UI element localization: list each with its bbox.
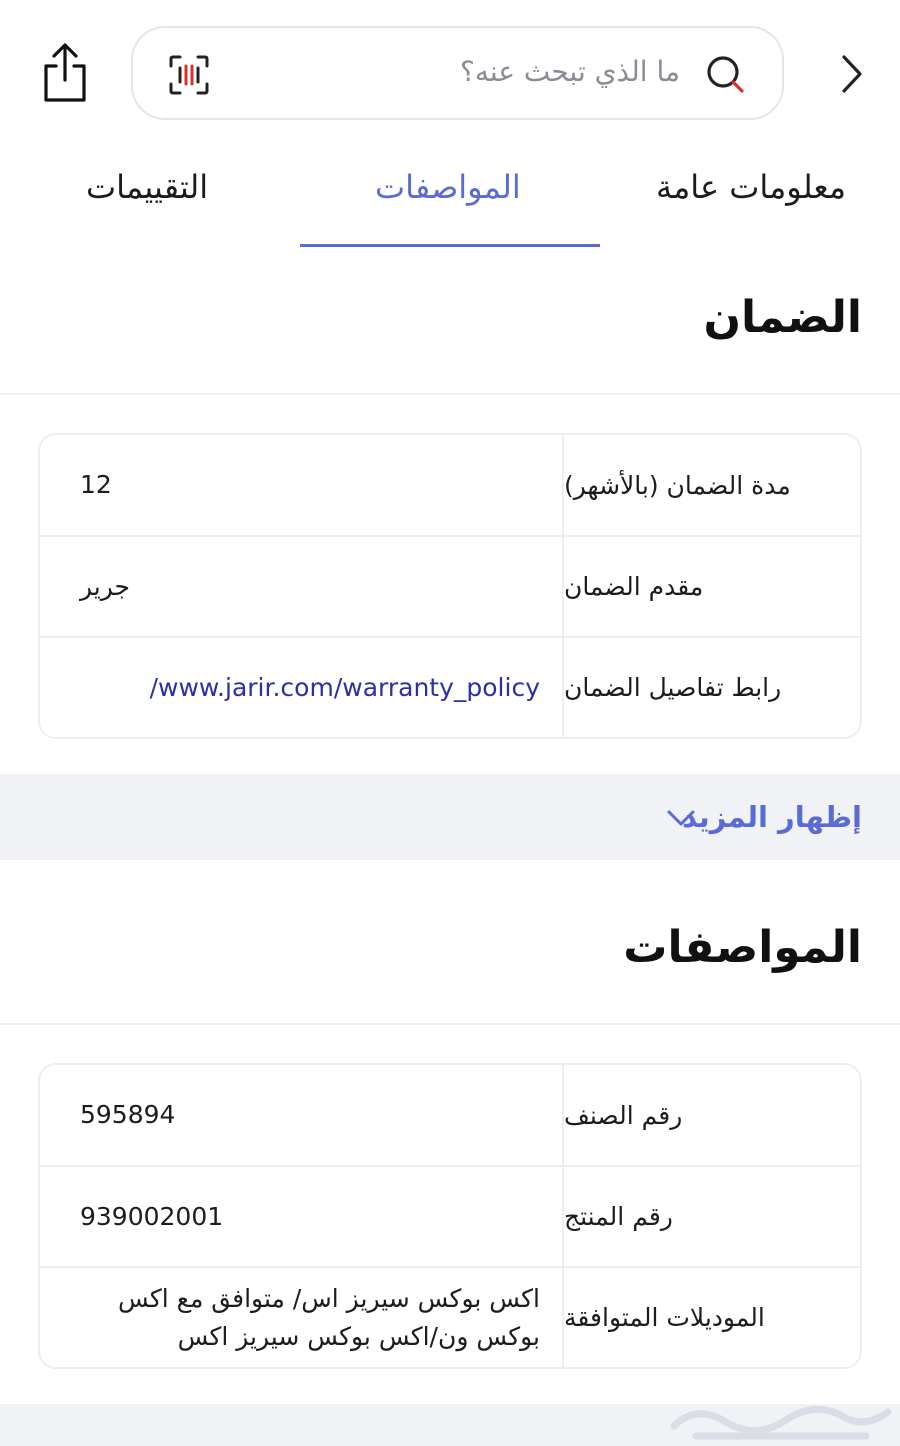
table-row: رقم المنتج 939002001 [40, 1167, 860, 1268]
tab-bar: معلومات عامة المواصفات التقييمات [0, 140, 900, 250]
tab-general-info[interactable]: معلومات عامة [656, 168, 846, 206]
barcode-scan-icon[interactable] [169, 55, 209, 95]
share-icon[interactable] [38, 42, 92, 104]
show-more-bar[interactable]: إظهار المزيد [0, 774, 900, 860]
tab-specifications[interactable]: المواصفات [375, 168, 521, 206]
watermark-logo [666, 1392, 896, 1446]
table-row: رابط تفاصيل الضمان /www.jarir.com/warran… [40, 638, 860, 737]
chevron-right-icon[interactable] [836, 54, 866, 94]
search-icon[interactable] [706, 55, 746, 95]
search-input[interactable]: ما الذي تبحث عنه؟ [460, 55, 680, 88]
table-row: الموديلات المتوافقة اكس بوكس سيريز اس/ م… [40, 1268, 860, 1367]
top-bar: ما الذي تبحث عنه؟ [0, 0, 900, 140]
table-row: مقدم الضمان جرير [40, 537, 860, 638]
specifications-section-title: المواصفات [623, 922, 862, 973]
warranty-duration-value: 12 [80, 470, 112, 499]
compatible-models-label: الموديلات المتوافقة [562, 1268, 860, 1367]
section-divider [0, 393, 900, 395]
section-divider [0, 1023, 900, 1025]
warranty-table: مدة الضمان (بالأشهر) 12 مقدم الضمان جرير… [38, 433, 862, 739]
table-row: رقم الصنف 595894 [40, 1065, 860, 1167]
table-row: مدة الضمان (بالأشهر) 12 [40, 435, 860, 537]
warranty-duration-label: مدة الضمان (بالأشهر) [562, 435, 860, 535]
active-tab-indicator [300, 244, 600, 247]
chevron-down-icon [666, 806, 696, 830]
item-number-value: 595894 [80, 1100, 176, 1129]
product-number-label: رقم المنتج [562, 1167, 860, 1266]
warranty-provider-value: جرير [80, 571, 130, 601]
search-bar[interactable]: ما الذي تبحث عنه؟ [131, 26, 784, 120]
tab-reviews[interactable]: التقييمات [86, 168, 208, 206]
warranty-section-title: الضمان [703, 292, 862, 343]
product-number-value: 939002001 [80, 1201, 224, 1231]
warranty-link-label: رابط تفاصيل الضمان [562, 638, 860, 737]
item-number-label: رقم الصنف [562, 1065, 860, 1165]
warranty-provider-label: مقدم الضمان [562, 537, 860, 636]
compatible-models-value: اكس بوكس سيريز اس/ متوافق مع اكس بوكس ون… [118, 1283, 540, 1351]
warranty-policy-link[interactable]: /www.jarir.com/warranty_policy [40, 638, 564, 737]
specifications-table: رقم الصنف 595894 رقم المنتج 939002001 ال… [38, 1063, 862, 1369]
show-more-button[interactable]: إظهار المزيد [682, 800, 862, 834]
